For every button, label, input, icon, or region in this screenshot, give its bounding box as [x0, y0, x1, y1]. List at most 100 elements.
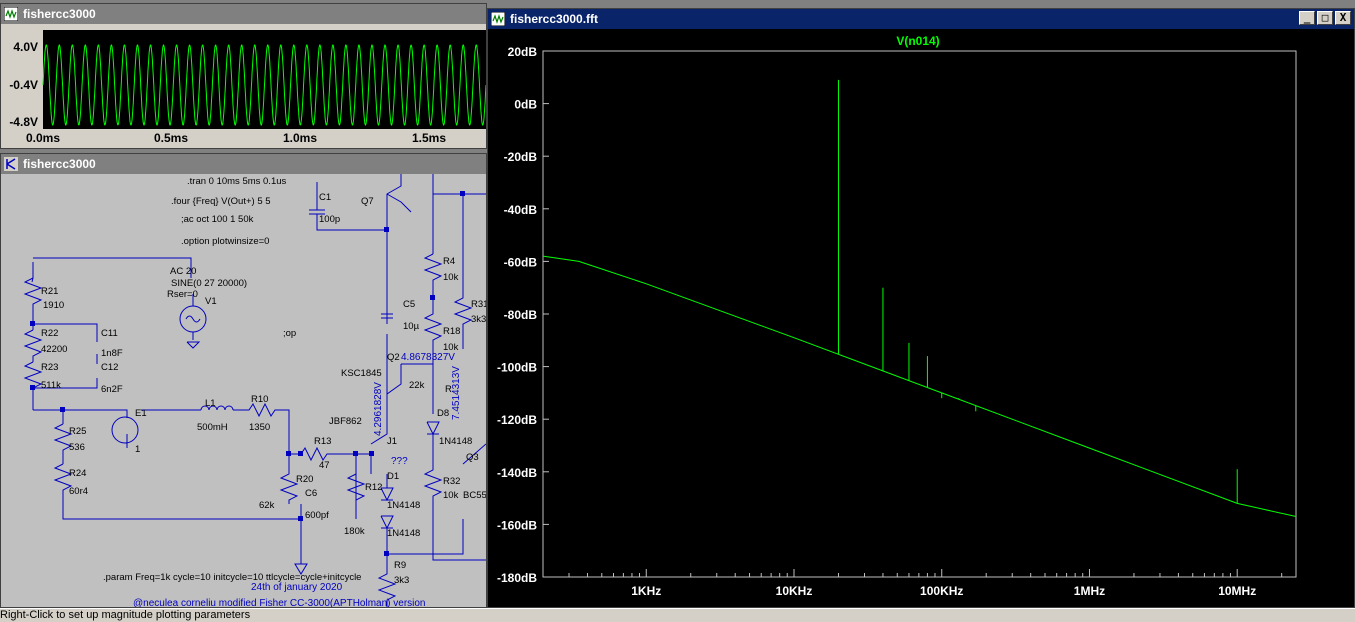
x-tick-2: 1.0ms: [283, 131, 317, 145]
c12-ref: C12: [101, 362, 118, 373]
c1-ref: C1: [319, 192, 331, 203]
credit-note: @neculea corneliu modified Fisher CC-300…: [133, 598, 426, 607]
c11-val: 1n8F: [101, 348, 123, 359]
r4-ref: R4: [443, 256, 455, 267]
fft-window[interactable]: fishercc3000.fft _ □ X 20dB 0dB -20dB -40dB…: [487, 8, 1355, 608]
c1-val: 100p: [319, 214, 340, 225]
y-tick-bottom: -4.8V: [9, 115, 38, 129]
d8-ref: D8: [437, 408, 449, 419]
probe-q2: 4.8678327V: [401, 352, 455, 363]
directive-op[interactable]: ;op: [283, 328, 296, 339]
c6-ref: C6: [305, 488, 317, 499]
trace-label[interactable]: V(n014): [896, 34, 939, 48]
directive-tran[interactable]: .tran 0 10ms 5ms 0.1us: [187, 176, 287, 187]
status-bar: Right-Click to set up magnitude plotting…: [0, 608, 1355, 622]
d1-ref: D1: [387, 471, 399, 482]
directive-option[interactable]: .option plotwinsize=0: [181, 236, 269, 247]
d8-val: 1N4148: [439, 436, 472, 447]
r25-val: 536: [69, 442, 85, 453]
minimize-button[interactable]: _: [1299, 11, 1315, 25]
schematic-app-icon: [4, 157, 18, 171]
y-tick-label: -100dB: [497, 361, 537, 375]
x-tick-0: 0.0ms: [26, 131, 60, 145]
y-tick-label: -40dB: [504, 203, 538, 217]
r18-ref: R18: [443, 326, 460, 337]
waveform-app-icon: [4, 7, 18, 21]
schematic-canvas[interactable]: .tran 0 10ms 5ms 0.1us .four {Freq} V(Ou…: [1, 174, 486, 607]
r9-ref: R9: [394, 560, 406, 571]
x-tick-label: 10KHz: [776, 584, 813, 598]
y-tick-label: 0dB: [514, 98, 537, 112]
y-tick-mid: -0.4V: [9, 78, 38, 92]
e1-ref: E1: [135, 408, 147, 419]
window-controls: _ □ X: [1299, 11, 1351, 25]
d1-val: 1N4148: [387, 500, 420, 511]
q3-val: BC55: [463, 490, 486, 501]
r12-val: 180k: [344, 526, 365, 537]
x-tick-label: 10MHz: [1218, 584, 1256, 598]
v1-params: SINE(0 27 20000): [171, 278, 247, 289]
y-tick-top: 4.0V: [13, 40, 38, 54]
c5-val: 10µ: [403, 321, 420, 332]
fft-app-icon: [491, 12, 505, 26]
status-text: Right-Click to set up magnitude plotting…: [0, 609, 251, 621]
v1-name: V1: [205, 296, 217, 307]
r13-val: 47: [319, 460, 330, 471]
j1-val: JBF862: [329, 416, 362, 427]
y-tick-label: -160dB: [497, 518, 537, 532]
r20-val: 62k: [259, 500, 275, 511]
c11-ref: C11: [101, 328, 118, 339]
c6-val: 600pf: [305, 510, 329, 521]
waveform-plot[interactable]: 4.0V -0.4V -4.8V 0.0ms 0.5ms 1.0ms 1.5ms: [1, 24, 486, 148]
y-tick-label: -120dB: [497, 413, 537, 427]
y-tick-label: -80dB: [504, 308, 538, 322]
y-tick-label: -60dB: [504, 255, 538, 269]
unknown-marker: ???: [391, 456, 408, 467]
l1-ref: L1: [205, 398, 216, 409]
q2-ref: Q2: [387, 352, 400, 363]
x-tick-label: 1MHz: [1074, 584, 1105, 598]
r31-val: 3k3: [471, 314, 486, 325]
r24-val: 60r4: [69, 486, 88, 497]
c12-val: 6n2F: [101, 384, 123, 395]
r21-ref: R21: [41, 286, 58, 297]
r20-ref: R20: [296, 474, 313, 485]
r12-ref: R12: [365, 482, 382, 493]
directive-four[interactable]: .four {Freq} V(Out+) 5 5: [171, 196, 271, 207]
r13-ref: R13: [314, 436, 331, 447]
y-tick-label: -140dB: [497, 466, 537, 480]
r32-val: 10k: [443, 490, 459, 501]
e1-val: 1: [135, 444, 140, 455]
r21-val: 1910: [43, 300, 64, 311]
probe-d8: 7.4514313V: [451, 366, 462, 420]
waveform-title: fishercc3000: [23, 7, 96, 21]
schematic-titlebar[interactable]: fishercc3000: [1, 154, 486, 174]
waveform-titlebar[interactable]: fishercc3000: [1, 4, 486, 24]
y-tick-label: -180dB: [497, 571, 537, 585]
waveform-window[interactable]: fishercc3000 4.0V -0.4V -4.8V 0.0ms 0.5m…: [0, 3, 487, 149]
r10-ref: R10: [251, 394, 268, 405]
x-tick-3: 1.5ms: [412, 131, 446, 145]
r22-ref: R22: [41, 328, 58, 339]
date-note: 24th of january 2020: [251, 582, 343, 593]
schematic-window[interactable]: fishercc3000 .tran 0 10ms 5ms 0.1us .fou…: [0, 153, 487, 608]
r25-ref: R25: [69, 426, 86, 437]
close-button[interactable]: X: [1335, 11, 1351, 25]
j1-ref: J1: [387, 436, 397, 447]
q7-ref: Q7: [361, 196, 374, 207]
r32-ref: R32: [443, 476, 460, 487]
x-tick-label: 100KHz: [920, 584, 963, 598]
r23-val: 511k: [41, 380, 61, 391]
r9-val: 3k3: [394, 575, 409, 586]
fft-plot[interactable]: 20dB 0dB -20dB -40dB -60dB -80dB -100dB -120dB -…: [488, 29, 1354, 607]
maximize-button[interactable]: □: [1317, 11, 1333, 25]
directive-ac[interactable]: ;ac oct 100 1 50k: [181, 214, 254, 225]
x-tick-1: 0.5ms: [154, 131, 188, 145]
x-tick-label: 1KHz: [631, 584, 661, 598]
schematic-title: fishercc3000: [23, 157, 96, 171]
v1-type: AC 20: [170, 266, 196, 277]
q3-ref: Q3: [466, 452, 479, 463]
fft-titlebar[interactable]: fishercc3000.fft _ □ X: [488, 9, 1354, 29]
y-tick-label: -20dB: [504, 150, 538, 164]
r23-ref: R23: [41, 362, 58, 373]
